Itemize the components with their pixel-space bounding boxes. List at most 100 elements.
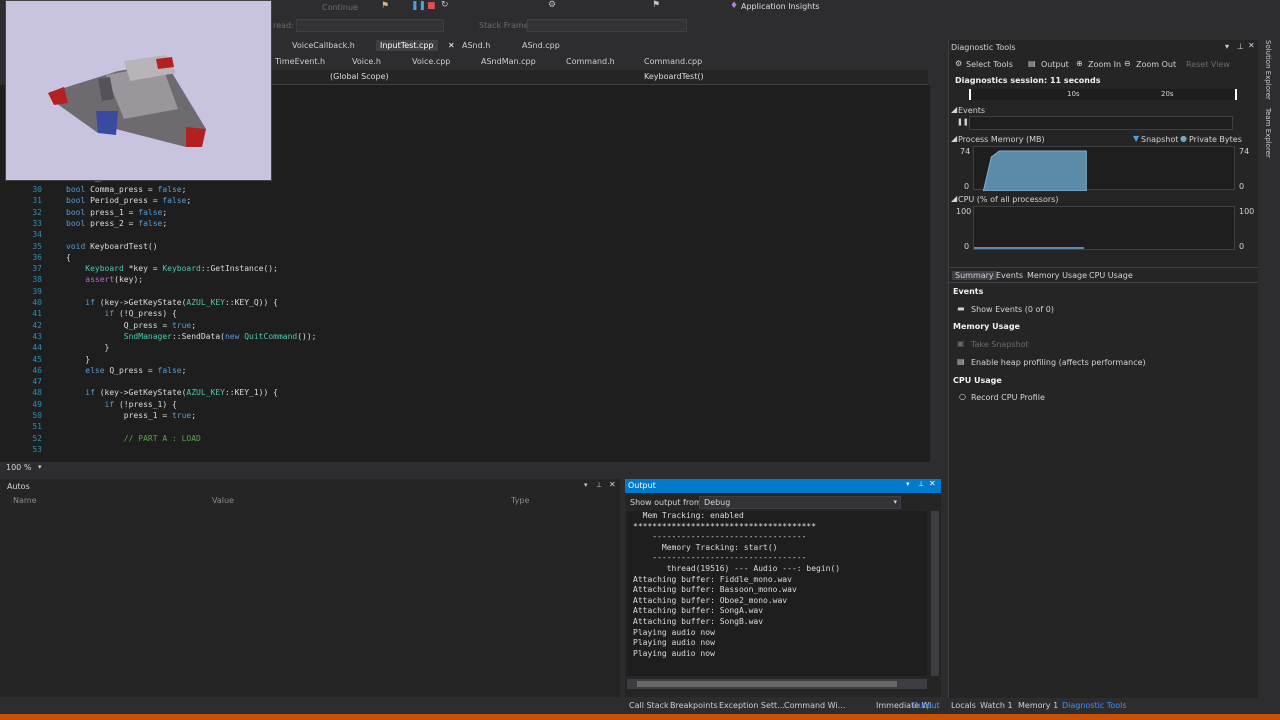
events-track-label: Events — [958, 106, 986, 115]
collapse-icon[interactable]: ◢ — [951, 134, 957, 143]
zoom-level[interactable]: 100 % — [6, 463, 31, 472]
code-text: press_1 = true; — [66, 411, 197, 420]
function-dropdown[interactable]: KeyboardTest() — [644, 72, 704, 81]
cpu-axis-max-right: 100 — [1239, 207, 1255, 216]
zoom-in-button[interactable]: Zoom In — [1088, 60, 1121, 69]
panel-menu-icon[interactable]: ▾ — [906, 480, 910, 488]
scope-dropdown[interactable]: (Global Scope) — [330, 72, 389, 81]
tab-voice-h[interactable]: Voice.h — [352, 57, 381, 66]
close-tab-icon[interactable]: ✕ — [448, 41, 455, 50]
tab-command-h[interactable]: Command.h — [566, 57, 615, 66]
zoom-in-icon: ⊕ — [1076, 59, 1083, 68]
timeline-ruler[interactable]: 10s 20s — [969, 89, 1237, 100]
tab-command-cpp[interactable]: Command.cpp — [644, 57, 702, 66]
pin-icon[interactable]: ⊥ — [596, 481, 602, 489]
tab-asndman[interactable]: ASndMan.cpp — [481, 57, 536, 66]
tab-voice-cpp[interactable]: Voice.cpp — [412, 57, 450, 66]
pin-icon[interactable]: ⊥ — [918, 480, 924, 488]
team-explorer-tab[interactable]: Team Explorer — [1264, 108, 1272, 158]
close-icon[interactable]: ✕ — [929, 479, 936, 488]
stop-icon[interactable]: ■ — [427, 1, 436, 11]
memory-axis-max-right: 74 — [1239, 147, 1250, 156]
tab-memory-1[interactable]: Memory 1 — [1018, 701, 1058, 710]
close-icon[interactable]: ✕ — [1248, 41, 1255, 50]
tab-watch-1[interactable]: Watch 1 — [980, 701, 1013, 710]
close-icon[interactable]: ✕ — [609, 480, 616, 489]
private-bytes-legend: Private Bytes — [1189, 135, 1242, 144]
take-snapshot-button[interactable]: Take Snapshot — [971, 340, 1029, 349]
tab-summary[interactable]: Summary — [952, 271, 997, 280]
stack-frame-label: Stack Frame: — [479, 21, 532, 30]
output-source-value: Debug — [704, 498, 731, 507]
pin-icon[interactable]: ⊥ — [1237, 42, 1244, 51]
tab-output[interactable]: Output — [912, 701, 940, 710]
app-insights-icon[interactable]: ♦ — [730, 1, 738, 11]
output-line: Attaching buffer: Oboe2_mono.wav — [633, 595, 788, 605]
zoom-out-button[interactable]: Zoom Out — [1136, 60, 1176, 69]
output-line: Playing audio now — [633, 627, 715, 637]
collapse-icon[interactable]: ◢ — [951, 194, 957, 203]
output-source-dropdown[interactable]: Debug ▾ — [699, 496, 901, 509]
tab-inputtest[interactable]: InputTest.cpp — [376, 40, 438, 51]
tab-command-window[interactable]: Command Wi... — [784, 701, 845, 710]
tab-timeevent[interactable]: TimeEvent.h — [275, 57, 325, 66]
debug-icon[interactable]: ⚑ — [381, 1, 389, 11]
bookmark-icon[interactable]: ⚑ — [652, 0, 660, 10]
editor-vertical-scrollbar[interactable] — [930, 85, 940, 462]
restart-icon[interactable]: ↻ — [441, 0, 449, 10]
tab-locals[interactable]: Locals — [951, 701, 976, 710]
tab-breakpoints[interactable]: Breakpoints — [670, 701, 718, 710]
memory-graph[interactable] — [973, 146, 1235, 191]
code-text: if (!Q_press) { — [104, 309, 177, 319]
cpu-graph[interactable] — [973, 206, 1235, 250]
timeline-end-handle[interactable] — [1235, 89, 1237, 100]
show-events-link[interactable]: Show Events (0 of 0) — [971, 305, 1054, 314]
hex-icon[interactable]: ⚙ — [548, 0, 556, 10]
select-tools-button[interactable]: Select Tools — [966, 60, 1013, 69]
code-text: void KeyboardTest() — [66, 241, 158, 251]
autos-column-value[interactable]: Value — [212, 496, 234, 505]
output-text-area[interactable]: Mem Tracking: enabled *******************… — [627, 511, 927, 676]
document-tabs-row-2: TimeEvent.h Voice.h Voice.cpp ASndMan.cp… — [272, 55, 928, 71]
timeline-start-handle[interactable] — [969, 89, 971, 100]
output-line: Memory Tracking: start() — [633, 542, 778, 552]
tab-cpu-usage[interactable]: CPU Usage — [1089, 271, 1133, 280]
tab-asnd-cpp[interactable]: ASnd.cpp — [522, 41, 560, 50]
tab-call-stack[interactable]: Call Stack — [629, 701, 669, 710]
events-track[interactable] — [969, 116, 1233, 130]
panel-menu-icon[interactable]: ▾ — [584, 481, 588, 489]
thread-dropdown[interactable] — [296, 19, 444, 32]
autos-column-type[interactable]: Type — [511, 496, 529, 505]
output-vertical-scrollbar[interactable] — [931, 511, 939, 676]
autos-column-name[interactable]: Name — [13, 496, 37, 505]
diag-tab-strip: Summary Events Memory Usage CPU Usage — [949, 267, 1259, 283]
panel-menu-icon[interactable]: ▾ — [1225, 42, 1229, 51]
line-number: 40 — [32, 298, 42, 307]
tab-events[interactable]: Events — [996, 271, 1023, 280]
tab-memory-usage[interactable]: Memory Usage — [1027, 271, 1087, 280]
output-button[interactable]: Output — [1041, 60, 1069, 69]
tab-asnd-h[interactable]: ASnd.h — [462, 41, 490, 50]
camera-icon: ▣ — [957, 339, 965, 348]
document-tabs-row-1: VoiceCallback.h InputTest.cpp ✕ ASnd.h A… — [272, 39, 928, 55]
app-insights-button[interactable]: Application Insights — [741, 2, 820, 11]
code-navigation-bar: (Global Scope) KeyboardTest() — [272, 70, 928, 85]
tab-voicecallback[interactable]: VoiceCallback.h — [292, 41, 355, 50]
memory-axis-max-left: 74 — [960, 147, 971, 156]
tab-exception-settings[interactable]: Exception Sett... — [719, 701, 785, 710]
record-cpu-button[interactable]: Record CPU Profile — [971, 393, 1045, 402]
pause-icon[interactable]: ❚❚ — [411, 1, 426, 11]
spaceship-image — [48, 55, 206, 147]
stack-frame-dropdown[interactable] — [527, 19, 687, 32]
debug-tool-tabs: Call Stack Breakpoints Exception Sett...… — [620, 698, 948, 714]
solution-explorer-tab[interactable]: Solution Explorer — [1264, 40, 1272, 100]
chevron-down-icon[interactable]: ▾ — [38, 463, 42, 471]
tab-diagnostic-tools[interactable]: Diagnostic Tools — [1062, 701, 1127, 710]
line-number: 42 — [32, 320, 42, 330]
heap-profiling-toggle[interactable]: Enable heap profiling (affects performan… — [971, 358, 1146, 367]
collapse-icon[interactable]: ◢ — [951, 105, 957, 114]
reset-view-button[interactable]: Reset View — [1186, 60, 1230, 69]
output-horizontal-scrollbar[interactable] — [627, 679, 927, 689]
line-number: 49 — [32, 399, 42, 409]
continue-button[interactable]: Continue — [322, 3, 358, 12]
